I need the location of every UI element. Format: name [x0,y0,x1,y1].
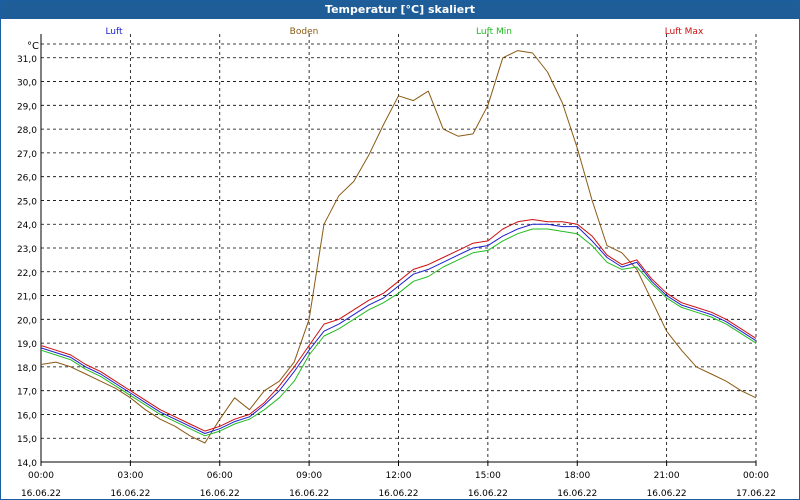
temperature-chart: Luft Boden Luft Min Luft Max 14,0 15,0 16,0 17… [17,27,776,499]
y-tick-label: 23,0 [17,245,37,255]
x-tick-date-label: 16.06.22 [378,489,418,499]
y-tick-label: 26,0 [17,174,37,184]
legend-entry-luft: Luft [105,27,123,37]
y-tick-label: 27,0 [17,150,37,160]
y-tick-label: 31,0 [17,55,37,65]
y-tick-label: 25,0 [17,197,37,207]
y-tick-label: 24,0 [17,221,37,231]
y-tick-label: 14,0 [17,459,37,469]
x-tick-time-label: 00:00 [28,471,54,481]
x-tick-time-label: 03:00 [117,471,143,481]
chart-title: Temperatur [°C] skaliert [1,1,799,19]
y-tick-label: 21,0 [17,293,37,303]
y-tick-label: 18,0 [17,364,37,374]
x-tick-time-label: 12:00 [386,471,412,481]
x-tick-time-label: 00:00 [743,471,769,481]
x-tick-date-label: 16.06.22 [200,489,240,499]
y-tick-label: 15,0 [17,435,37,445]
x-tick-date-label: 16.06.22 [647,489,687,499]
x-tick-date-label: 16.06.22 [110,489,150,499]
y-tick-label: 19,0 [17,340,37,350]
x-tick-date-label: 16.06.22 [289,489,329,499]
legend-entry-luft-min: Luft Min [476,27,512,37]
x-tick-date-label: 17.06.22 [736,489,776,499]
legend-entry-boden: Boden [290,27,319,37]
x-tick-date-label: 16.06.22 [21,489,61,499]
y-tick-label: 29,0 [17,102,37,112]
y-tick-label: 17,0 [17,388,37,398]
x-tick-time-label: 09:00 [296,471,322,481]
y-tick-label: 20,0 [17,316,37,326]
chart-window: Temperatur [°C] skaliert Luft Boden Luft M… [0,0,800,500]
legend-entry-luft-max: Luft Max [665,27,704,37]
x-tick-time-label: 15:00 [475,471,501,481]
y-axis-label: °C [27,41,39,52]
x-tick-date-label: 16.06.22 [468,489,508,499]
y-tick-label: 28,0 [17,126,37,136]
y-tick-label: 30,0 [17,79,37,89]
x-tick-date-label: 16.06.22 [557,489,597,499]
x-tick-time-label: 18:00 [564,471,590,481]
x-tick-time-label: 06:00 [207,471,233,481]
y-tick-label: 16,0 [17,411,37,421]
x-tick-time-label: 21:00 [654,471,680,481]
y-tick-label: 22,0 [17,269,37,279]
